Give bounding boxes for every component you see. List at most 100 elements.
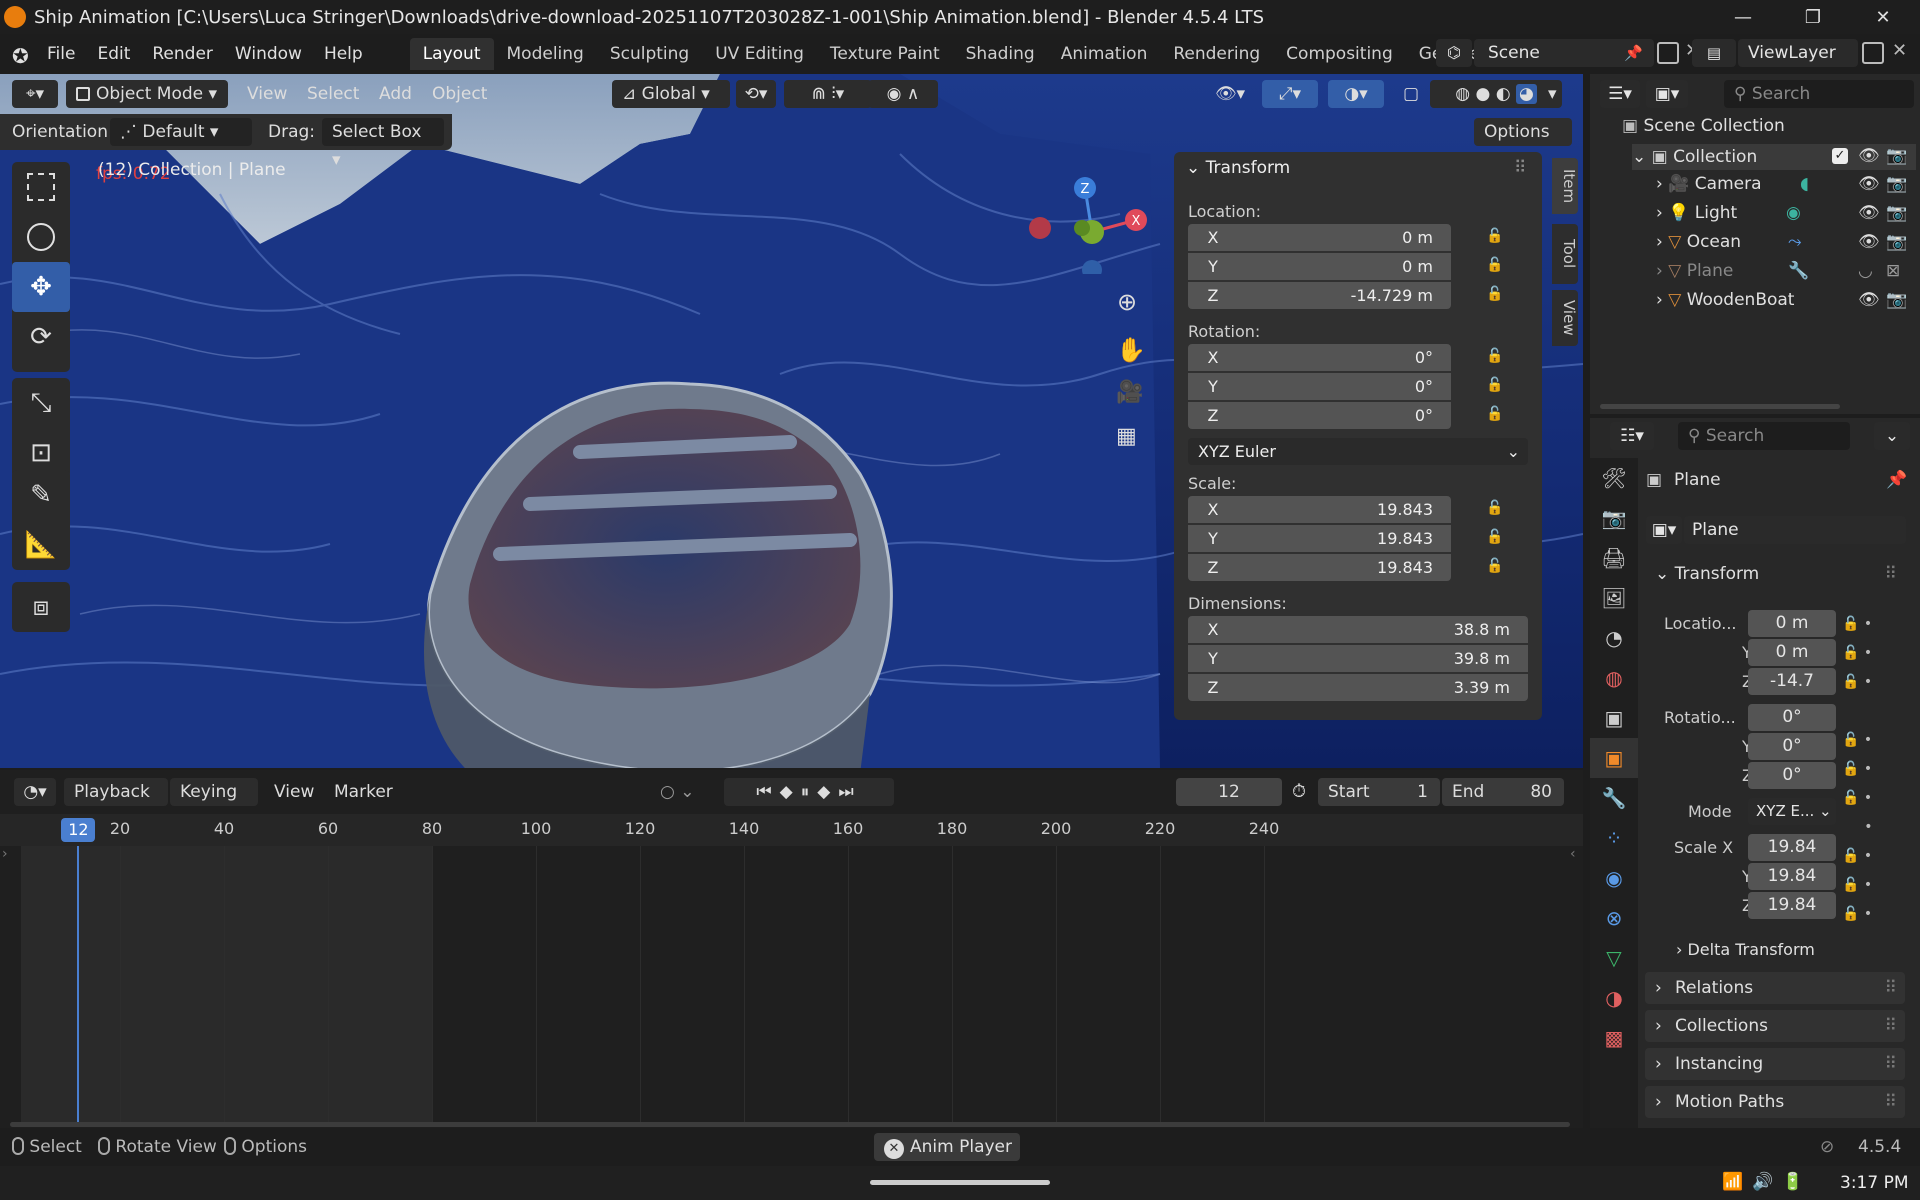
- object-tab-icon[interactable]: ▣: [1590, 738, 1638, 778]
- object-name-field[interactable]: Plane: [1684, 516, 1906, 544]
- menu-file[interactable]: File: [36, 44, 86, 64]
- pin-icon[interactable]: 📌: [1886, 470, 1907, 490]
- sidebar-tab-tool[interactable]: Tool: [1552, 224, 1578, 284]
- xray-toggle[interactable]: ▢: [1398, 80, 1424, 108]
- data-tab-icon[interactable]: ▽: [1590, 938, 1638, 978]
- left-expand-icon[interactable]: ›: [2, 846, 8, 862]
- physics-tab-icon[interactable]: ◉: [1590, 858, 1638, 898]
- select-box-tool[interactable]: [12, 162, 70, 212]
- hidden-eye-icon[interactable]: ◡: [1858, 261, 1873, 281]
- clock[interactable]: 3:17 PM: [1840, 1173, 1909, 1193]
- scene-collection-row[interactable]: ▣ Scene Collection: [1622, 116, 1785, 136]
- menu-window[interactable]: Window: [224, 44, 313, 64]
- overlays-toggle[interactable]: ◑▾: [1328, 80, 1384, 108]
- scale-x-field[interactable]: X 19.843: [1188, 496, 1451, 523]
- tab-shading[interactable]: Shading: [953, 38, 1048, 70]
- tab-rendering[interactable]: Rendering: [1160, 38, 1273, 70]
- lock-location-z-icon[interactable]: 🔓: [1486, 286, 1503, 302]
- scale-x-field[interactable]: 19.84: [1748, 834, 1836, 861]
- tab-texture-paint[interactable]: Texture Paint: [817, 38, 953, 70]
- outliner-item-plane[interactable]: › ▽ Plane: [1656, 261, 1733, 281]
- object-mode-dropdown[interactable]: Object Mode ▾: [66, 80, 228, 108]
- motion-paths-section[interactable]: › Motion Paths ⠿: [1645, 1086, 1905, 1118]
- viewport-menu-select[interactable]: Select: [307, 80, 359, 108]
- menu-edit[interactable]: Edit: [86, 44, 141, 64]
- visibility-eye-icon[interactable]: 👁: [1858, 290, 1880, 310]
- location-z-field[interactable]: Z -14.729 m: [1188, 282, 1451, 309]
- pivot-point-dropdown[interactable]: ⟲▾: [736, 80, 776, 108]
- rotation-y-field[interactable]: Y 0°: [1188, 373, 1451, 400]
- visibility-eye-icon[interactable]: 👁: [1858, 174, 1880, 194]
- keying-menu[interactable]: Keying ▾: [170, 778, 258, 830]
- snapping-controls[interactable]: ⋒ ⫶▾: [784, 80, 872, 108]
- location-z-field[interactable]: -14.7: [1748, 668, 1836, 695]
- world-tab-icon[interactable]: ◍: [1590, 658, 1638, 698]
- sidebar-tab-view[interactable]: View: [1552, 290, 1578, 346]
- collection-tab-icon[interactable]: ▣: [1590, 698, 1638, 738]
- home-indicator[interactable]: [870, 1180, 1050, 1185]
- dimensions-y-field[interactable]: Y 39.8 m: [1188, 645, 1528, 672]
- output-tab-icon[interactable]: 🖨: [1590, 538, 1638, 578]
- playhead-frame-badge[interactable]: 12: [61, 818, 96, 842]
- delete-view-layer-icon[interactable]: ✕: [1892, 40, 1907, 61]
- gizmo-toggle[interactable]: ⤢▾: [1262, 80, 1318, 108]
- rotation-y-field[interactable]: 0°: [1748, 733, 1836, 760]
- playback-menu[interactable]: Playback ▾: [64, 778, 168, 830]
- timeline-editor-type[interactable]: ◔▾: [14, 778, 56, 806]
- auto-keying-icon[interactable]: ○ ⌄: [660, 778, 694, 806]
- pin-icon[interactable]: 📌: [1624, 44, 1643, 62]
- constraints-tab-icon[interactable]: ⊗: [1590, 898, 1638, 938]
- blender-menu-icon[interactable]: ✪: [12, 44, 36, 68]
- maximize-button[interactable]: ❐: [1784, 0, 1842, 34]
- lock-scale-z-icon[interactable]: 🔓: [1486, 558, 1503, 574]
- scene-selector-icon[interactable]: ⌬: [1436, 39, 1472, 67]
- outliner-item-woodenboat[interactable]: › ▽ WoodenBoat: [1656, 290, 1794, 310]
- particles-tab-icon[interactable]: ⁘: [1590, 818, 1638, 858]
- modifier-tab-icon[interactable]: 🔧: [1590, 778, 1638, 818]
- annotate-tool[interactable]: ✎: [12, 470, 70, 520]
- light-data-icon[interactable]: ◉: [1786, 203, 1801, 223]
- lock-scale-x-icon[interactable]: 🔓: [1486, 500, 1503, 516]
- rotation-mode-dropdown[interactable]: XYZ Euler ⌄: [1188, 438, 1528, 465]
- scale-z-field[interactable]: 19.84: [1748, 892, 1836, 919]
- relations-section[interactable]: › Relations ⠿: [1645, 972, 1905, 1004]
- properties-editor-icon[interactable]: ☷▾: [1610, 422, 1654, 450]
- wifi-icon[interactable]: 📶: [1722, 1172, 1743, 1192]
- viewport-menu-view[interactable]: View: [247, 80, 287, 108]
- visibility-eye-icon[interactable]: 👁: [1858, 203, 1880, 223]
- lock-rotation-y-icon[interactable]: 🔓: [1486, 377, 1503, 393]
- transform-panel-title[interactable]: ⌄ Transform: [1186, 158, 1290, 178]
- start-frame-field[interactable]: Start 1: [1318, 778, 1440, 806]
- outliner-item-light[interactable]: › 💡 Light: [1656, 203, 1737, 223]
- add-cube-tool[interactable]: ⧈: [12, 582, 70, 632]
- render-disabled-icon[interactable]: ⊠: [1886, 261, 1900, 281]
- camera-data-icon[interactable]: ◖: [1800, 174, 1809, 194]
- lock-location-x-icon[interactable]: 🔓: [1486, 228, 1503, 244]
- render-tab-icon[interactable]: 📷: [1590, 498, 1638, 538]
- panel-grip-icon[interactable]: ⠿: [1514, 158, 1526, 178]
- shading-options-icon[interactable]: ▾: [1548, 80, 1557, 108]
- instancing-section[interactable]: › Instancing ⠿: [1645, 1048, 1905, 1080]
- rotation-z-field[interactable]: Z 0°: [1188, 402, 1451, 429]
- pan-hand-icon[interactable]: ✋: [1116, 336, 1146, 364]
- timeline-view-menu[interactable]: View: [274, 778, 314, 806]
- playhead-line[interactable]: [77, 846, 80, 1124]
- shading-mode-buttons[interactable]: ◍ ● ◐ ◕: [1430, 80, 1562, 108]
- view-layer-field[interactable]: ViewLayer: [1738, 39, 1858, 67]
- tab-uv-editing[interactable]: UV Editing: [702, 38, 817, 70]
- dimensions-z-field[interactable]: Z 3.39 m: [1188, 674, 1528, 701]
- visibility-dropdown[interactable]: 👁▾: [1206, 80, 1254, 108]
- drag-dropdown[interactable]: Select Box ▾: [322, 118, 444, 170]
- volume-icon[interactable]: 🔊: [1752, 1172, 1773, 1192]
- tool-tab-icon[interactable]: 🛠: [1590, 458, 1638, 498]
- move-tool[interactable]: ✥: [12, 262, 70, 312]
- render-camera-icon[interactable]: 📷: [1886, 232, 1907, 252]
- zoom-icon[interactable]: ⊕: [1117, 288, 1137, 316]
- orthographic-grid-icon[interactable]: ▦: [1116, 424, 1137, 449]
- timeline-ruler[interactable]: 20 40 60 80 100 120 140 160 180 200 220 240 12: [0, 814, 1583, 846]
- view-layer-icon[interactable]: ▤: [1692, 39, 1736, 67]
- texture-tab-icon[interactable]: ▩: [1590, 1018, 1638, 1058]
- render-camera-icon[interactable]: 📷: [1886, 174, 1907, 194]
- collection-checkbox[interactable]: ✓: [1832, 148, 1848, 164]
- timeline-marker-menu[interactable]: Marker: [334, 778, 393, 806]
